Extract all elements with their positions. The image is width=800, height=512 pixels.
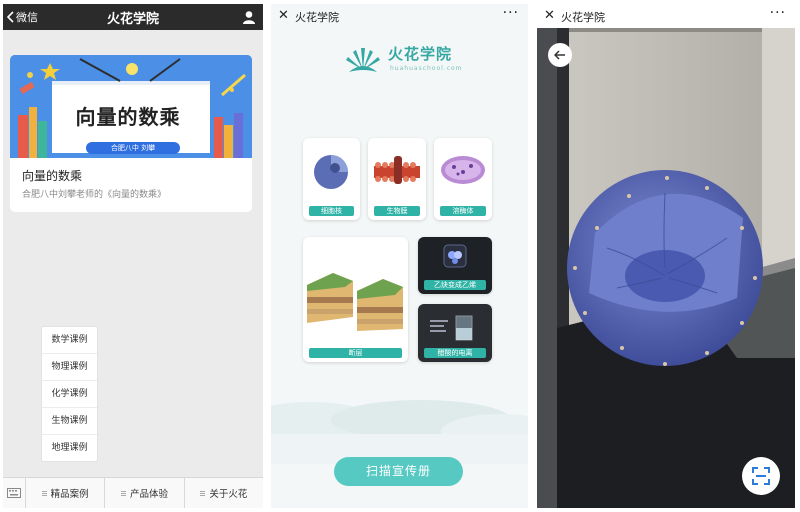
submenu-item-math[interactable]: 数学课例 <box>42 327 97 354</box>
scan-brochure-button[interactable]: 扫描宣传册 <box>334 457 463 486</box>
menu-tab-about[interactable]: 关于火花 <box>185 478 263 508</box>
scan-button[interactable] <box>742 457 780 495</box>
mini-program-nav-bar: ✕ 火花学院 ··· <box>271 4 528 28</box>
menu-tab-label: 关于火花 <box>209 489 248 500</box>
beaker-thumbnail <box>430 315 473 341</box>
biomembrane-thumbnail <box>374 156 420 184</box>
menu-tab-product[interactable]: 产品体验 <box>105 478 185 508</box>
submenu-item-biology[interactable]: 生物课例 <box>42 408 97 435</box>
user-icon[interactable] <box>242 10 256 24</box>
tile-label: 乙炔变成乙烯 <box>424 280 486 290</box>
page-title: 火花学院 <box>561 11 605 24</box>
cloud-decoration <box>271 400 528 464</box>
submenu-item-chemistry[interactable]: 化学课例 <box>42 381 97 408</box>
menu-tab-label: 精品案例 <box>50 489 89 500</box>
cover-author-tag: 合肥八中 刘攀 <box>86 142 180 154</box>
tile-acetylene[interactable]: 乙炔变成乙烯 <box>418 237 492 294</box>
course-card[interactable]: 向量的数乘 合肥八中 刘攀 向量的数乘 合肥八中刘攀老师的《向量的数乘》 <box>10 55 252 212</box>
keyboard-icon <box>7 488 21 498</box>
geologic-fault-thumbnail <box>307 273 403 331</box>
tile-label: 生物膜 <box>374 206 420 216</box>
mini-program-home-screen: ✕ 火花学院 ··· 火花学院 huahuaschool.com 细胞核 生物膜… <box>271 4 528 508</box>
account-menu-bar: 精品案例 产品体验 关于火花 <box>3 477 263 508</box>
brand-domain: huahuaschool.com <box>390 65 463 72</box>
wechat-account-screen: 微信 火花学院 向量的数乘 合肥八中 刘攀 向量的数乘 合肥八中刘攀老师的《向量… <box>3 4 263 508</box>
tile-fault[interactable]: 断层 <box>303 237 408 362</box>
course-subtitle: 合肥八中刘攀老师的《向量的数乘》 <box>22 190 167 200</box>
cover-title: 向量的数乘 <box>75 105 181 129</box>
more-options-icon[interactable]: ··· <box>503 5 519 21</box>
menu-tab-cases[interactable]: 精品案例 <box>26 478 106 508</box>
back-arrow-icon <box>554 50 565 60</box>
brand-logo: 火花学院 huahuaschool.com <box>343 40 463 80</box>
tile-label: 断层 <box>309 348 402 358</box>
close-icon[interactable]: ✕ <box>544 8 555 23</box>
submenu-item-physics[interactable]: 物理课例 <box>42 354 97 381</box>
tile-cell-nucleus[interactable]: 细胞核 <box>303 138 360 220</box>
more-options-icon[interactable]: ··· <box>770 5 786 21</box>
course-cover-image: 向量的数乘 合肥八中 刘攀 <box>10 55 252 158</box>
tile-lysosome[interactable]: 溶酶体 <box>434 138 492 220</box>
tile-acetic-acid[interactable]: 醋酸的电离 <box>418 304 492 362</box>
tile-label: 细胞核 <box>309 206 354 216</box>
keyboard-toggle-button[interactable] <box>3 478 26 508</box>
submenu-item-geography[interactable]: 地理课例 <box>42 435 97 461</box>
ar-viewer-screen: ✕ 火花学院 ··· <box>537 4 795 508</box>
tile-biomembrane[interactable]: 生物膜 <box>368 138 426 220</box>
menu-list-icon <box>200 490 206 496</box>
mini-program-nav-bar: ✕ 火花学院 ··· <box>537 4 795 28</box>
back-button[interactable] <box>548 43 572 67</box>
brand-name: 火花学院 <box>388 45 453 63</box>
lysosome-thumbnail <box>441 156 485 184</box>
close-icon[interactable]: ✕ <box>278 8 289 23</box>
page-title: 火花学院 <box>106 12 159 27</box>
submenu-popup: 数学课例 物理课例 化学课例 生物课例 地理课例 <box>41 326 98 462</box>
page-title: 火花学院 <box>295 11 339 24</box>
tile-label: 醋酸的电离 <box>424 348 486 358</box>
course-title: 向量的数乘 <box>22 169 83 183</box>
spark-logo-icon <box>346 48 380 72</box>
menu-tab-label: 产品体验 <box>129 489 168 500</box>
molecule-thumbnail <box>443 244 467 268</box>
tile-label: 溶酶体 <box>440 206 486 216</box>
wechat-nav-bar: 微信 火花学院 <box>3 4 263 30</box>
menu-list-icon <box>120 490 126 496</box>
cell-nucleus-thumbnail <box>314 155 348 189</box>
ar-camera-view <box>537 28 795 508</box>
menu-list-icon <box>41 490 47 496</box>
scan-frame-icon <box>752 467 770 485</box>
